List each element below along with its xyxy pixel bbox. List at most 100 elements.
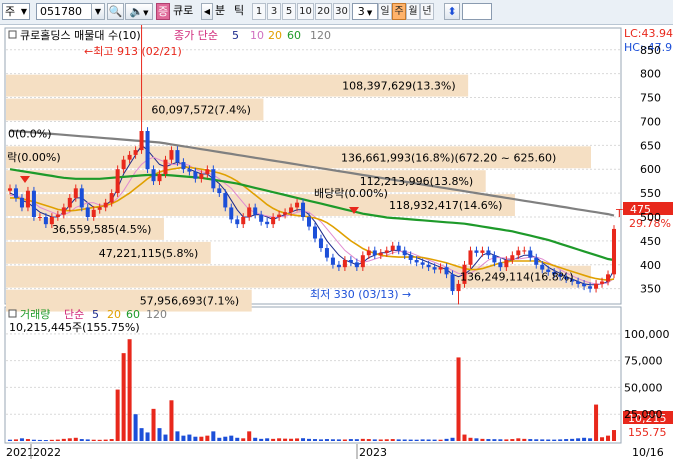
profile-label-1: 108,397,629(13.3%) xyxy=(342,80,456,93)
x-label-2022: 2022 xyxy=(33,446,61,459)
candle-body-12 xyxy=(79,188,84,208)
volume-bar-94 xyxy=(570,438,575,441)
search-button[interactable]: 🔍 xyxy=(107,3,124,20)
volume-bar-3 xyxy=(25,439,30,441)
legend-checkbox-icon[interactable] xyxy=(8,30,17,39)
dividend-annotation-right: 배당락(0.00%) xyxy=(314,187,388,200)
volume-panel-title: 거래량 xyxy=(20,308,50,321)
updown-toggle-button[interactable]: ⬍ xyxy=(444,3,460,20)
marker-t: T xyxy=(615,207,623,220)
volume-bar-7 xyxy=(49,439,54,441)
candle-body-41 xyxy=(253,207,258,215)
ma120-legend: 120 xyxy=(310,29,331,42)
period-1-button[interactable]: 1 xyxy=(252,3,266,20)
period-week-button[interactable]: 주 xyxy=(392,3,406,20)
profile-label-6: 118,932,417(14.6%) xyxy=(389,199,503,212)
min-price-annotation: 최저 330 (03/13) → xyxy=(310,288,411,301)
volume-bar-8 xyxy=(55,439,60,441)
volume-tick-0: 100,000 xyxy=(624,328,670,341)
candle-body-52 xyxy=(318,238,323,249)
vol-ma20-legend: 20 xyxy=(107,308,121,321)
toolbar: 주 ▼ 051780 ▼ 🔍 🔈▼ 증 큐로 ◀ 분 틱 1 3 5 10 20 … xyxy=(0,0,673,25)
volume-bar-20 xyxy=(127,339,132,441)
volume-bar-50 xyxy=(307,438,312,441)
period-30-text: 30 xyxy=(335,6,348,17)
chart-canvas[interactable]: 108,397,629(13.3%) 60,097,572(7.4%) 0(0.0%… xyxy=(0,17,673,459)
volume-bar-22 xyxy=(139,428,144,441)
candle-body-63 xyxy=(384,250,389,253)
period-month-button[interactable]: 월 xyxy=(406,3,420,20)
volume-bar-26 xyxy=(163,434,168,441)
candle-body-98 xyxy=(594,283,599,289)
profile-label-8: 47,221,115(5.8%) xyxy=(99,247,199,260)
volume-bar-52 xyxy=(318,439,323,441)
volume-bar-100 xyxy=(606,435,611,441)
stock-status-badge: 증 xyxy=(156,3,170,20)
period-20-text: 20 xyxy=(317,6,330,17)
candle-body-10 xyxy=(67,197,72,208)
tick-label[interactable]: 틱 xyxy=(227,3,251,20)
profile-label-4: 136,661,993(16.8%)(672.20 ~ 625.60) xyxy=(341,151,556,164)
volume-bar-48 xyxy=(295,438,300,441)
candle-body-30 xyxy=(187,169,192,172)
price-tick-1: 800 xyxy=(640,68,661,81)
candle-body-64 xyxy=(390,245,395,251)
badge-text: 증 xyxy=(157,5,169,18)
candle-body-21 xyxy=(133,150,138,155)
volume-bar-75 xyxy=(456,357,461,441)
period-5-button[interactable]: 5 xyxy=(282,3,296,20)
chart-window: 주 ▼ 051780 ▼ 🔍 🔈▼ 증 큐로 ◀ 분 틱 1 3 5 10 20 … xyxy=(0,0,673,459)
price-tick-5: 600 xyxy=(640,163,661,176)
volume-bar-64 xyxy=(390,439,395,441)
count-input[interactable] xyxy=(462,3,492,20)
price-panel-title: 큐로홀딩스 매물대 수(10) xyxy=(20,29,141,42)
candle-body-101 xyxy=(611,228,617,275)
candle-body-56 xyxy=(342,260,347,268)
volume-bar-43 xyxy=(265,438,270,441)
volume-bar-41 xyxy=(253,437,258,441)
volume-bar-80 xyxy=(486,439,491,441)
period-year-button[interactable]: 년 xyxy=(420,3,434,20)
candle-body-86 xyxy=(522,250,527,252)
current-volume-label: 10,215,445주(155.75%) xyxy=(9,321,140,334)
volume-bar-23 xyxy=(145,432,150,441)
volume-bar-30 xyxy=(187,434,192,441)
period-30-button[interactable]: 30 xyxy=(333,3,350,20)
period-20-button[interactable]: 20 xyxy=(315,3,332,20)
volume-bar-81 xyxy=(492,439,497,441)
period-3-button[interactable]: 3 xyxy=(267,3,281,20)
volume-bar-98 xyxy=(594,404,599,441)
volume-bar-10 xyxy=(67,438,72,441)
volume-tick-3: 25,000 xyxy=(624,408,663,421)
profile-label-7: 36,559,585(4.5%) xyxy=(52,223,152,236)
candle-body-95 xyxy=(576,281,581,284)
ma-legend-label: 종가 단순 xyxy=(174,29,218,42)
market-select[interactable]: 주 ▼ xyxy=(2,3,30,20)
candle-body-50 xyxy=(307,217,312,227)
candle-body-26 xyxy=(163,159,168,174)
code-dropdown-button[interactable]: ▼ xyxy=(91,3,105,20)
period-day-button[interactable]: 일 xyxy=(378,3,392,20)
volume-bar-55 xyxy=(336,439,341,441)
candle-body-72 xyxy=(438,267,443,270)
volume-bar-70 xyxy=(426,439,431,441)
volume-axis: 10,215 155.75 100,00075,00050,00025,000 xyxy=(623,328,673,439)
volume-legend-checkbox-icon[interactable] xyxy=(8,309,17,318)
updown-arrow-icon: ⬍ xyxy=(447,5,457,18)
tick-label-text: 틱 xyxy=(233,4,245,17)
minute-label[interactable]: 분 xyxy=(213,3,227,20)
price-tick-10: 350 xyxy=(640,283,661,296)
candle-body-99 xyxy=(600,281,605,284)
sound-button[interactable]: 🔈▼ xyxy=(125,3,153,20)
volume-bar-69 xyxy=(420,439,425,441)
period-10-button[interactable]: 10 xyxy=(297,3,314,20)
candle-body-73 xyxy=(444,267,449,275)
candle-body-67 xyxy=(408,255,413,260)
volume-bar-24 xyxy=(151,408,156,441)
stock-name-text: 큐로 xyxy=(173,4,194,17)
left-arrow-icon: ← xyxy=(84,45,93,58)
volume-bar-17 xyxy=(109,439,114,441)
prev-stock-button[interactable]: ◀ xyxy=(201,3,213,20)
period-custom-select[interactable]: 3 ▼ xyxy=(352,3,378,20)
candle-body-8 xyxy=(55,214,60,217)
